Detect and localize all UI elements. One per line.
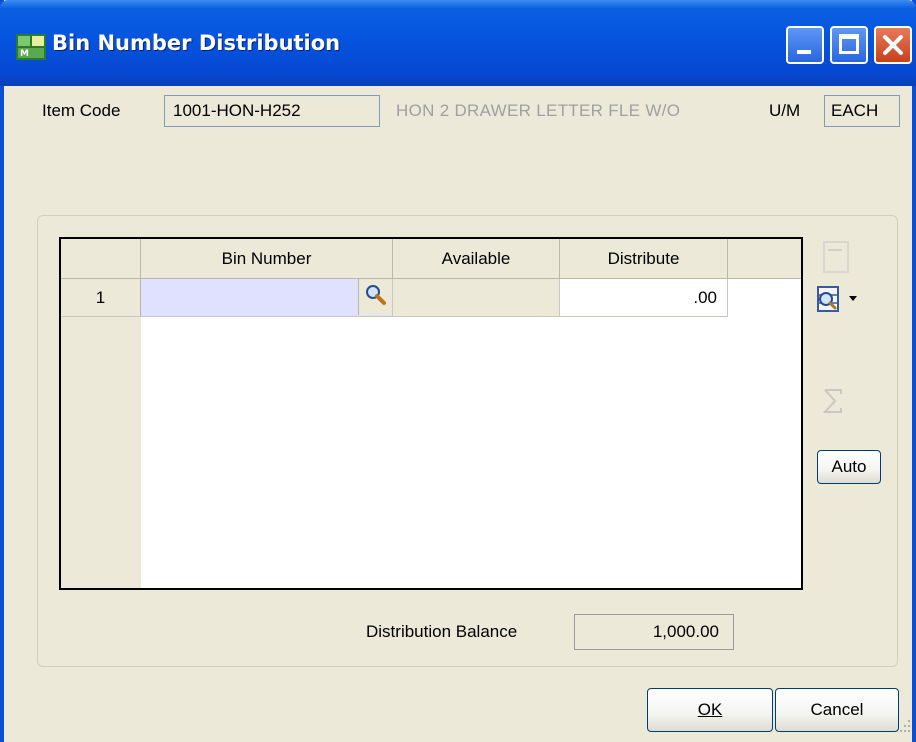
minimize-button[interactable] [786,26,824,64]
window-title: Bin Number Distribution [52,31,341,55]
app-icon: M [16,34,46,60]
lookup-grid-icon[interactable] [815,283,861,317]
bin-number-cell[interactable] [141,279,393,317]
distribute-cell[interactable]: .00 [560,279,728,317]
column-header-distribute[interactable]: Distribute [560,239,728,279]
cancel-button[interactable]: Cancel [775,688,899,732]
maximize-icon [839,34,859,54]
ok-button[interactable]: OK [647,688,773,732]
bin-lookup-button[interactable] [358,279,392,315]
magnifier-icon [366,285,386,305]
cancel-button-label: Cancel [810,700,864,719]
bin-distribution-grid[interactable]: Bin Number Available Distribute 1 .00 [59,237,803,590]
resize-grip-icon[interactable] [899,716,913,736]
item-code-label: Item Code [42,101,121,120]
um-field[interactable]: EACH [824,95,900,127]
um-label: U/M [769,101,801,120]
sum-icon[interactable] [819,385,849,417]
distribution-balance-label: Distribution Balance [366,622,518,641]
auto-button[interactable]: Auto [817,450,881,484]
row-number-1[interactable]: 1 [61,279,141,317]
ok-button-label: OK [697,700,723,719]
dialog-window: M Bin Number Distribution Item Code 1001… [0,0,916,742]
item-code-field[interactable]: 1001-HON-H252 [164,95,380,127]
blank-page-icon[interactable] [819,240,853,276]
dropdown-arrow-icon [849,296,857,301]
minimize-icon [797,50,811,54]
column-header-bin-number[interactable]: Bin Number [141,239,393,279]
close-icon [883,35,903,55]
maximize-button[interactable] [830,26,868,64]
available-cell [393,279,560,317]
column-header-filler [728,239,801,279]
svg-text:M: M [20,49,29,59]
column-header-available[interactable]: Available [393,239,560,279]
distribution-balance-field: 1,000.00 [574,614,734,650]
item-description: HON 2 DRAWER LETTER FLE W/O [396,101,681,120]
title-bar[interactable]: M Bin Number Distribution [0,0,916,86]
grid-corner-header [61,239,141,279]
close-button[interactable] [874,26,912,64]
